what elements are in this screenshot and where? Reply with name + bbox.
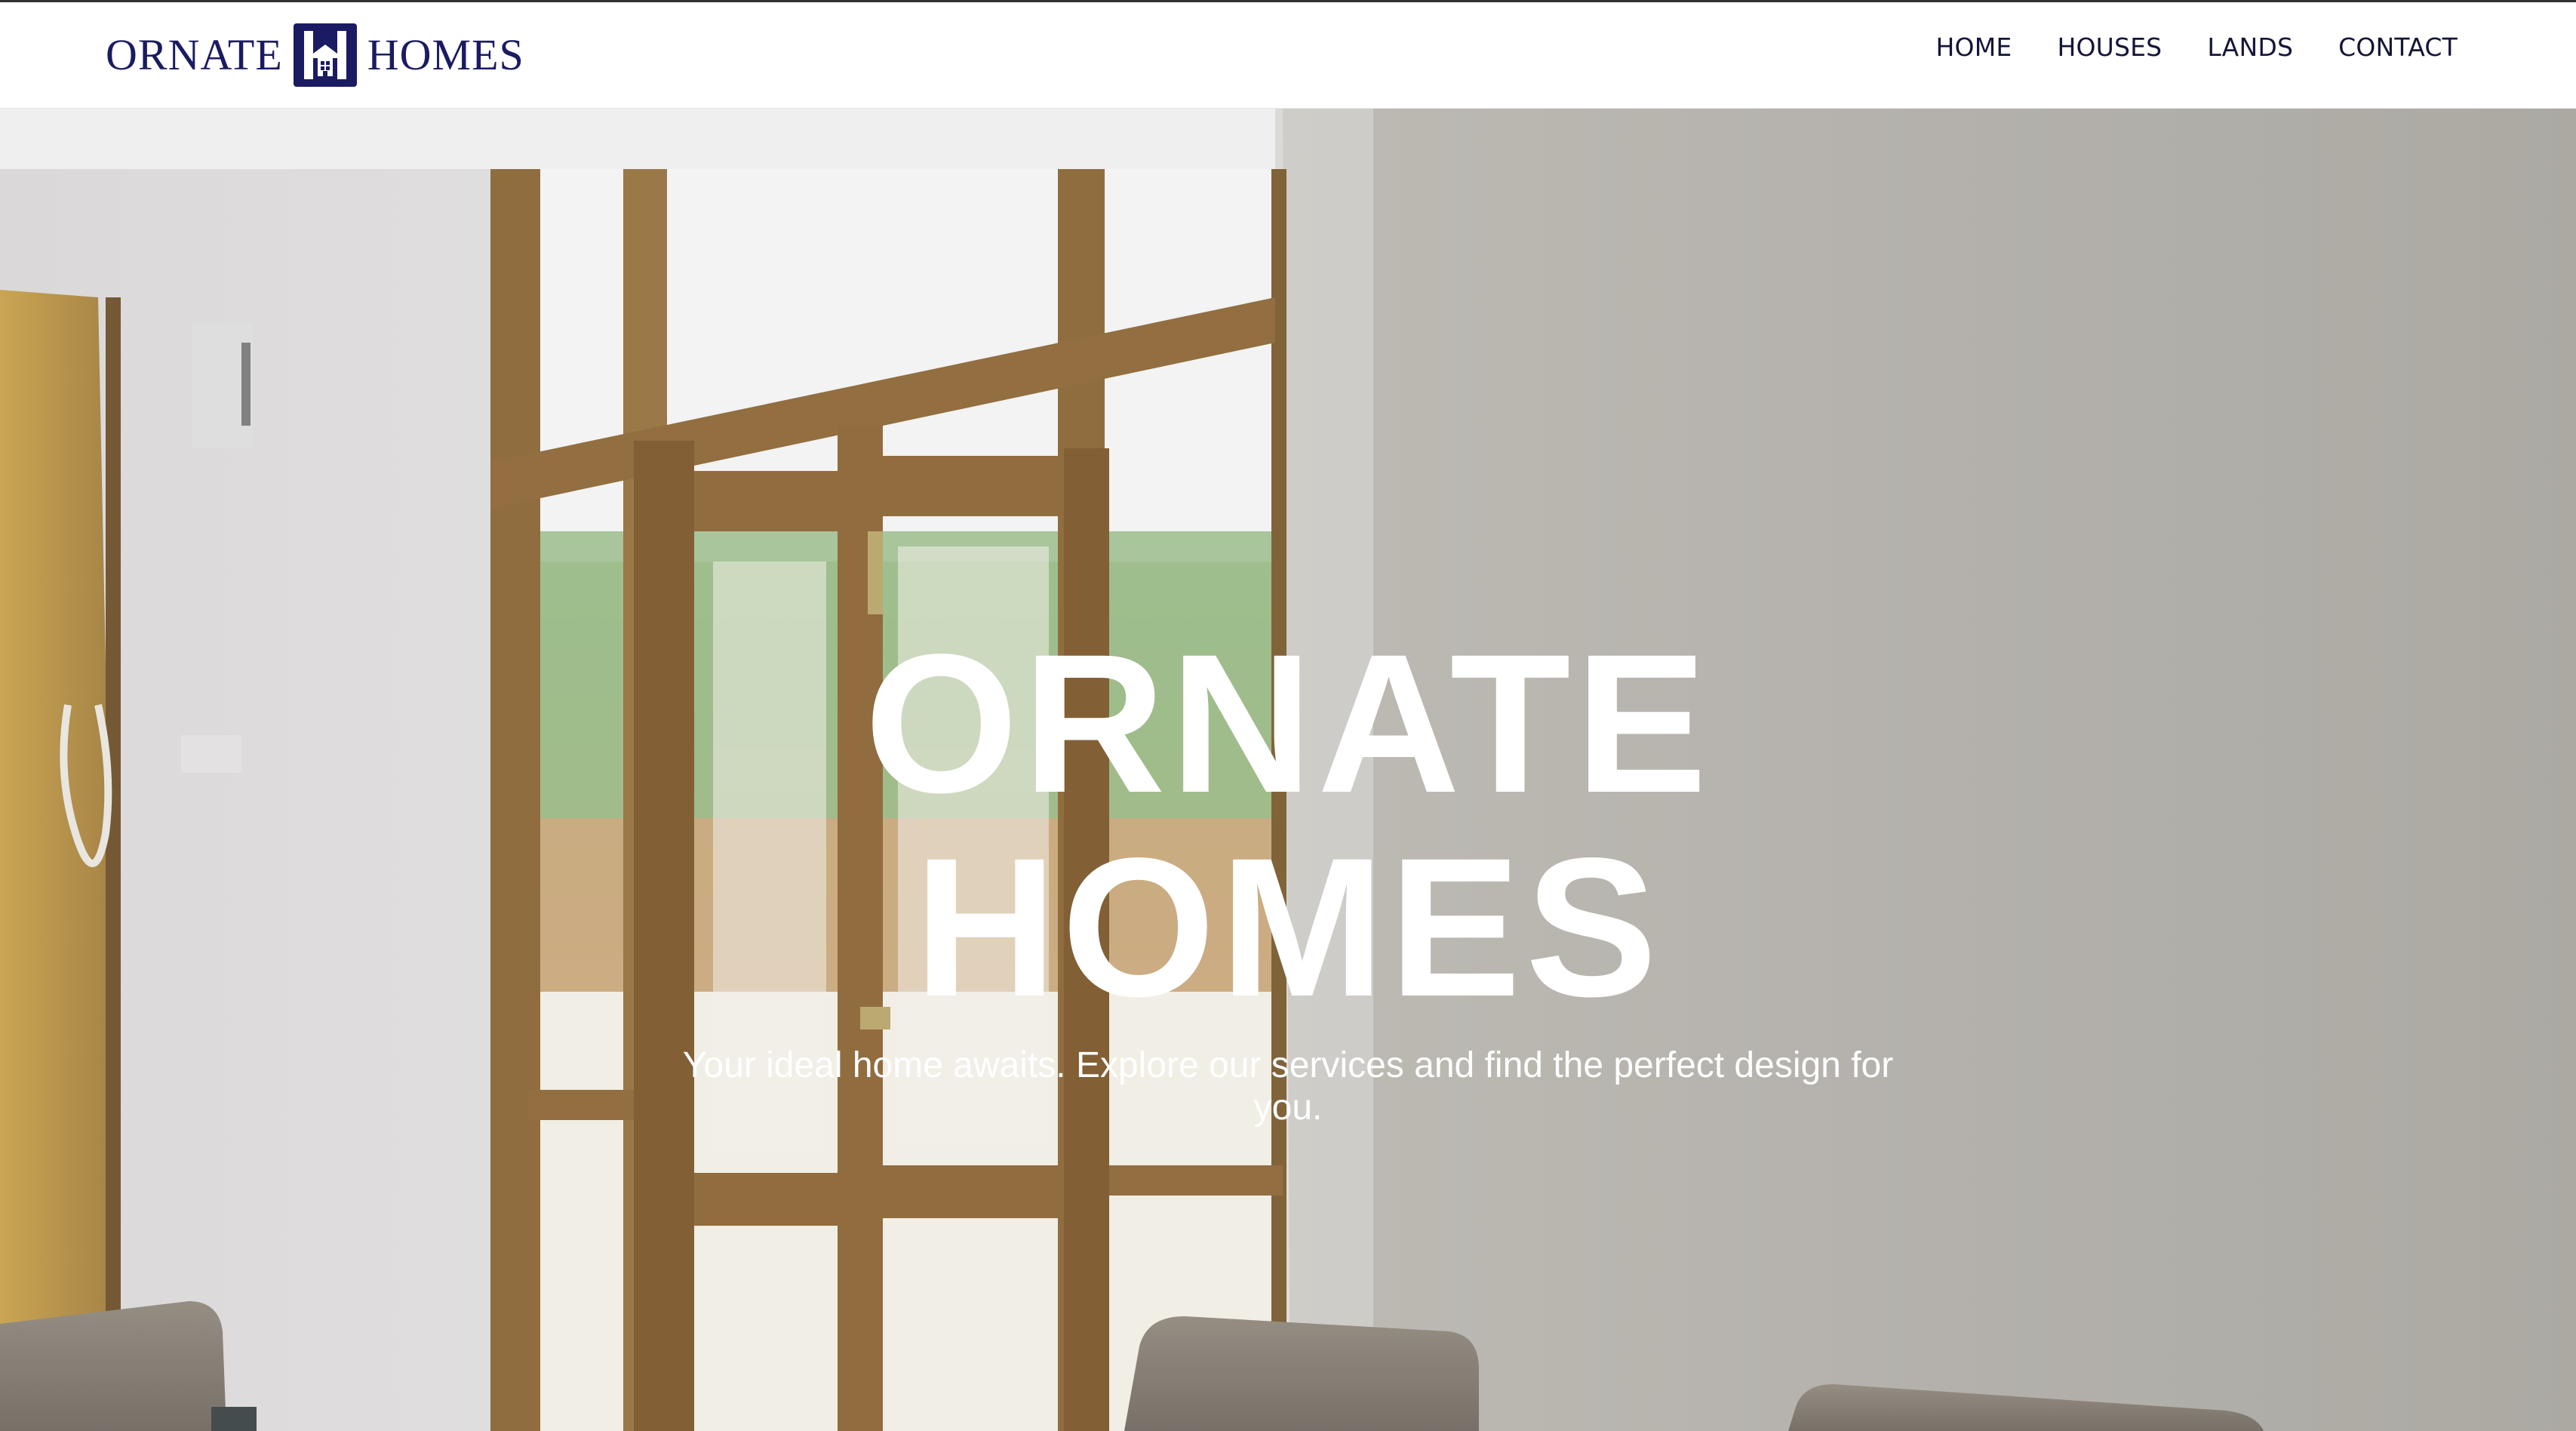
nav-lands[interactable]: LANDS: [2207, 32, 2293, 62]
main-nav: HOME HOUSES LANDS CONTACT: [1936, 32, 2458, 62]
logo-text-left: ORNATE: [106, 30, 283, 79]
hero-section: ORNATE HOMES Your ideal home awaits. Exp…: [0, 109, 2576, 1431]
nav-contact[interactable]: CONTACT: [2338, 32, 2458, 62]
nav-home[interactable]: HOME: [1936, 32, 2012, 62]
nav-houses[interactable]: HOUSES: [2057, 32, 2162, 62]
hero-title-line-1: ORNATE: [864, 613, 1712, 834]
house-h-logo-icon: [293, 23, 357, 87]
hero-title-line-2: HOMES: [914, 817, 1662, 1038]
site-header: ORNATE HOMES HOME HOUSES LANDS CONTACT: [0, 2, 2576, 109]
hero-title: ORNATE HOMES: [0, 622, 2576, 1029]
site-logo[interactable]: ORNATE HOMES: [106, 20, 524, 90]
logo-text-right: HOMES: [367, 30, 524, 79]
hero-subtitle: Your ideal home awaits. Explore our serv…: [682, 1045, 1894, 1128]
